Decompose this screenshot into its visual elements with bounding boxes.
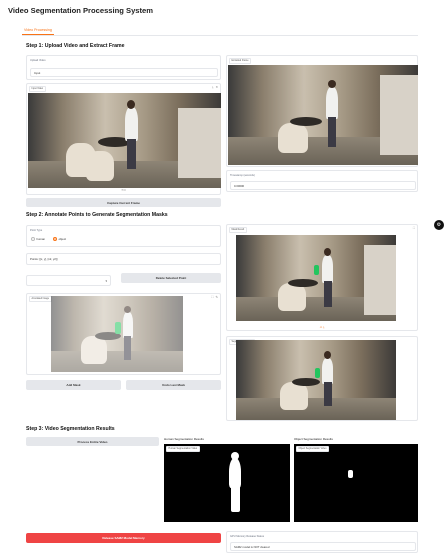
- human-silhouette: [229, 458, 241, 488]
- extracted-frame-image: [228, 65, 418, 165]
- memory-status-panel: GPU Memory Release Status SAM2 model is …: [226, 531, 418, 553]
- extracted-frame-panel: Extracted Frame: [226, 55, 418, 167]
- settings-fab[interactable]: ⚙: [434, 220, 444, 230]
- human-head-silhouette: [231, 452, 239, 460]
- tab-divider: [22, 35, 418, 36]
- step3-heading: Step 3: Video Segmentation Results: [26, 426, 115, 432]
- annotated-image-panel: Annotated Image ⛶ ✎: [26, 293, 221, 375]
- mask-actions[interactable]: ⚠ ⤓: [227, 325, 417, 329]
- memory-status-value: SAM2 model is NOT cleared: [230, 542, 416, 551]
- mask-result-chip: Mask Result: [229, 227, 247, 233]
- chevron-down-icon: ▾: [105, 278, 107, 283]
- memory-status-label: GPU Memory Release Status: [230, 535, 265, 538]
- download-icon[interactable]: ⤓: [212, 85, 213, 89]
- segmentation-result-image: [236, 340, 396, 420]
- step2-heading: Step 2: Annotate Points to Generate Segm…: [26, 212, 168, 218]
- annotated-image[interactable]: [51, 296, 183, 372]
- points-list-box: Points: [[x, y], [x2, y2]]: [26, 253, 221, 265]
- input-video-player[interactable]: [28, 93, 221, 188]
- expand-icon[interactable]: ⛶: [211, 295, 213, 299]
- release-memory-button[interactable]: Release SAM2 Model Memory: [26, 533, 221, 543]
- object-silhouette: [348, 470, 353, 478]
- radio-human-dot[interactable]: [31, 237, 35, 241]
- timestamp-label: Timestamp (seconds): [230, 174, 255, 177]
- object-mask-overlay: [115, 322, 121, 334]
- extracted-frame-chip: Extracted Frame: [229, 58, 251, 64]
- point-type-label: Point Type: [30, 229, 43, 232]
- delete-point-button[interactable]: Delete Selected Point: [121, 273, 221, 283]
- point-type-panel: Point Type human object: [26, 225, 221, 247]
- human-legs-silhouette: [231, 486, 240, 512]
- page-title: Video Segmentation Processing System: [8, 6, 154, 15]
- mask-result-image: [236, 235, 396, 321]
- object-segmentation-video[interactable]: Object Segmentation Video: [294, 444, 418, 522]
- radio-object-dot[interactable]: [53, 237, 58, 241]
- mask-result-panel: Mask Result ⛶ ⚠ ⤓: [226, 224, 418, 331]
- point-select-dropdown[interactable]: ▾: [26, 275, 111, 286]
- input-video-chip: Input Video: [29, 86, 46, 92]
- human-segmentation-video[interactable]: Human Segmentation Video: [164, 444, 290, 522]
- edit-icon[interactable]: ✎: [215, 295, 218, 299]
- upload-video-panel: Upload Video Input: [26, 55, 221, 80]
- settings-fab-icon: ⚙: [436, 222, 442, 228]
- timestamp-input[interactable]: 0.00000: [230, 181, 416, 190]
- add-mask-button[interactable]: Add Mask: [26, 380, 121, 390]
- timestamp-panel: Timestamp (seconds) 0.00000: [226, 170, 418, 192]
- human-video-chip: Human Segmentation Video: [166, 446, 200, 452]
- segmentation-result-panel: Segmentation Result: [226, 336, 418, 421]
- close-icon[interactable]: ✕: [215, 85, 218, 89]
- step1-heading: Step 1: Upload Video and Extract Frame: [26, 43, 125, 49]
- upload-video-label: Upload Video: [30, 59, 46, 62]
- undo-mask-button[interactable]: Undo Last Mask: [126, 380, 221, 390]
- video-controls[interactable]: ⟲ ⏵: [27, 188, 220, 192]
- input-video-panel: Input Video ⤓ ✕ ⟲ ⏵: [26, 83, 221, 195]
- file-input[interactable]: Input: [30, 68, 218, 77]
- radio-human[interactable]: human: [31, 237, 45, 241]
- process-video-button[interactable]: Process Entire Video: [26, 437, 159, 446]
- radio-object[interactable]: object: [53, 237, 66, 241]
- mask-highlight: [314, 265, 319, 275]
- expand-icon[interactable]: ⛶: [413, 226, 415, 230]
- annotated-image-chip: Annotated Image: [29, 296, 52, 302]
- object-results-label: Object Segmentation Results: [294, 437, 333, 441]
- object-video-chip: Object Segmentation Video: [296, 446, 329, 452]
- human-results-label: Human Segmentation Results: [164, 437, 204, 441]
- capture-frame-button[interactable]: Capture Current Frame: [26, 198, 221, 207]
- segmentation-highlight: [315, 368, 320, 378]
- tab-video-processing[interactable]: Video Processing: [22, 28, 54, 35]
